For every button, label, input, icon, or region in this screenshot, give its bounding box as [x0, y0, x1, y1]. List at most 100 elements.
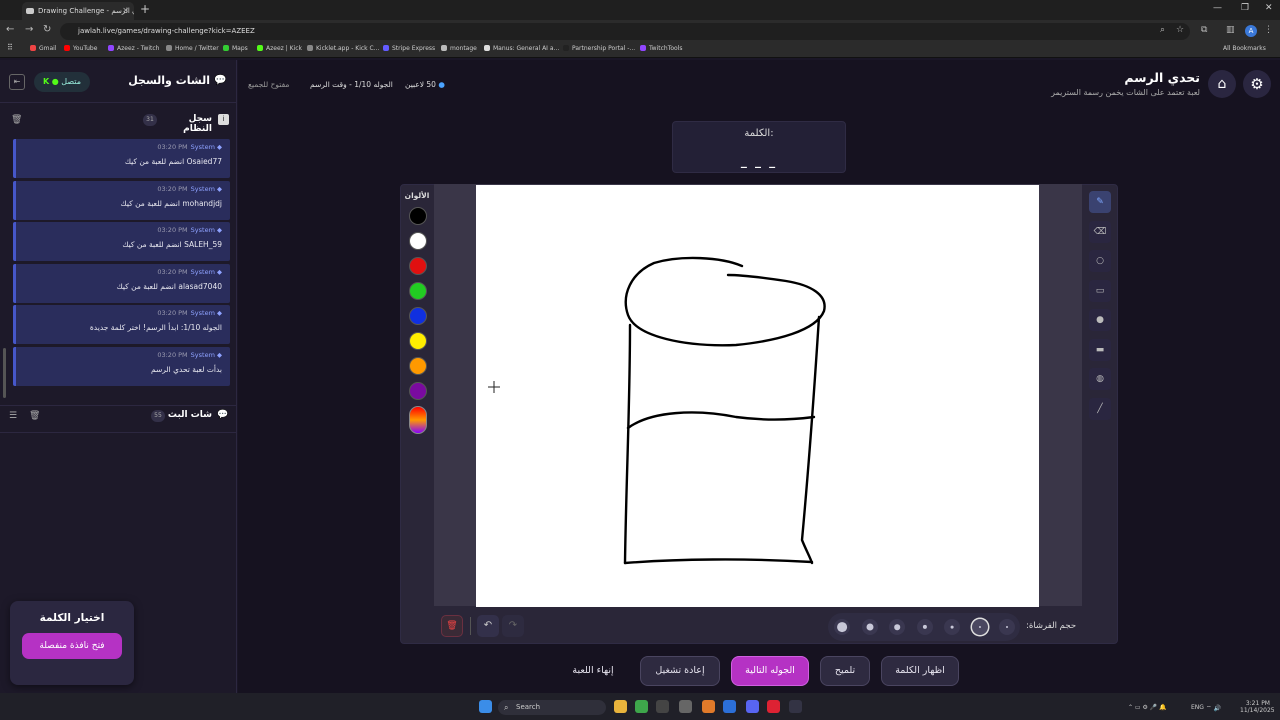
- show-word-button[interactable]: اظهار الكلمة: [881, 656, 959, 686]
- brush-size-option[interactable]: [971, 619, 988, 635]
- bookmark-montage[interactable]: montage: [441, 45, 477, 52]
- close-tab-icon[interactable]: ✕: [122, 2, 129, 20]
- close-window-icon[interactable]: ✕: [1265, 3, 1273, 13]
- custom-color-picker[interactable]: [409, 406, 427, 434]
- bookmark-manus[interactable]: Manus: General AI a...: [484, 45, 559, 52]
- game-subtitle: لعبة تعتمد على الشات يخمن رسمة الستريمر: [1051, 88, 1200, 97]
- color-swatch[interactable]: [409, 257, 427, 275]
- kick-logo-icon: K: [43, 77, 50, 86]
- terminal-icon[interactable]: [789, 700, 802, 713]
- syslog-scrollbar[interactable]: [3, 348, 6, 398]
- filled-circle-icon[interactable]: ●: [1089, 309, 1111, 331]
- settings-gear-icon[interactable]: ⚙: [1243, 70, 1271, 98]
- brush-size-option[interactable]: [889, 619, 905, 635]
- minimize-icon[interactable]: —: [1213, 3, 1222, 13]
- message-time: 03:20 PM: [157, 226, 188, 234]
- bookmark-youtube[interactable]: YouTube: [64, 45, 97, 52]
- maximize-icon[interactable]: ❐: [1241, 3, 1249, 13]
- line-icon[interactable]: ╱: [1089, 397, 1111, 420]
- circle-icon[interactable]: ○: [1089, 250, 1111, 272]
- back-icon[interactable]: ←: [6, 24, 14, 35]
- sidebar-icon[interactable]: ▥: [1226, 25, 1235, 35]
- color-swatch[interactable]: [409, 282, 427, 300]
- bookmark-twitchtools[interactable]: TwitchTools: [640, 45, 682, 52]
- color-swatch[interactable]: [409, 232, 427, 250]
- stream-chat-count-badge: 55: [151, 410, 165, 422]
- brush-size-option[interactable]: [999, 619, 1015, 635]
- bookmark-gmail[interactable]: Gmail: [30, 45, 57, 52]
- undo-icon[interactable]: ↶: [477, 615, 499, 637]
- next-round-button[interactable]: الجوله التالية: [731, 656, 809, 686]
- end-game-button[interactable]: إنهاء اللعبة: [560, 656, 626, 686]
- eraser-icon[interactable]: ⌫: [1089, 220, 1111, 243]
- all-bookmarks[interactable]: All Bookmarks: [1223, 45, 1266, 52]
- extensions-icon[interactable]: ⧉: [1201, 25, 1207, 35]
- brush-size-option[interactable]: [861, 619, 878, 635]
- bookmark-kick[interactable]: Azeez | Kick: [257, 45, 302, 52]
- menu-dots-icon[interactable]: ⋮: [1264, 25, 1273, 35]
- taskbar-clock[interactable]: 3:21 PM 11/14/2025: [1240, 700, 1275, 714]
- message-user: System: [190, 184, 215, 193]
- live-dot-icon: ●: [438, 80, 445, 89]
- redo-icon[interactable]: ↷: [502, 615, 524, 637]
- open-separate-window-button[interactable]: فتح نافذة منفصلة: [22, 633, 122, 659]
- filled-rectangle-icon[interactable]: ▬: [1089, 338, 1111, 361]
- bookmark-partnership[interactable]: Partnership Portal -...: [563, 45, 635, 52]
- brush-size-option[interactable]: [944, 619, 960, 635]
- message-text: SALEH_59 انضم للعبة من كيك: [122, 240, 222, 249]
- language-indicator[interactable]: ENG: [1191, 704, 1204, 711]
- color-swatch[interactable]: [409, 207, 427, 225]
- brush-size-option[interactable]: [834, 619, 850, 635]
- app-icon[interactable]: [679, 700, 692, 713]
- chat-bubble-icon: ◆: [217, 184, 222, 193]
- url-field[interactable]: jawlah.live/games/drawing-challenge?kick…: [60, 23, 1190, 40]
- bookmark-maps[interactable]: Maps: [223, 45, 248, 52]
- restart-button[interactable]: إعادة تشغيل: [640, 656, 720, 686]
- bookmark-twitch[interactable]: Azeez - Twitch: [108, 45, 159, 52]
- tray-icons[interactable]: ⌃ ▭ ⚙ 🎤 🔔: [1128, 704, 1167, 711]
- fill-bucket-icon[interactable]: ◍: [1089, 368, 1111, 390]
- home-icon[interactable]: ⌂: [1208, 70, 1236, 98]
- chat-bubble-icon: 💬: [217, 410, 229, 420]
- clear-syslog-icon[interactable]: 🗑: [11, 115, 22, 125]
- brush-dot: [922, 624, 927, 630]
- network-volume-icons[interactable]: ⌔ 🔊: [1206, 704, 1221, 712]
- brush-size-option[interactable]: [916, 619, 933, 635]
- taskbar-search[interactable]: ⌕ Search: [498, 700, 606, 715]
- windows-start-icon[interactable]: [479, 700, 492, 713]
- new-tab-icon[interactable]: +: [140, 2, 150, 16]
- color-swatch[interactable]: [409, 307, 427, 325]
- system-message: 03:20 PM System ◆ alasad7040 انضم للعبة من…: [13, 263, 230, 303]
- profile-avatar[interactable]: A: [1245, 25, 1257, 37]
- forward-icon[interactable]: →: [25, 24, 33, 35]
- hint-button[interactable]: تلميح: [820, 656, 870, 686]
- collapse-sidebar-icon[interactable]: ⇤: [9, 74, 25, 90]
- chrome-icon[interactable]: [635, 700, 648, 713]
- chat-list-icon[interactable]: ☰: [9, 411, 17, 421]
- word-hint: _ _ _: [740, 154, 778, 168]
- color-swatch[interactable]: [409, 332, 427, 350]
- bookmark-stripe[interactable]: Stripe Express: [383, 45, 435, 52]
- app-blue-icon[interactable]: [723, 700, 736, 713]
- pencil-icon[interactable]: ✎: [1089, 191, 1111, 213]
- drawing-canvas[interactable]: [476, 185, 1039, 607]
- bookmark-twitter[interactable]: Home / Twitter: [166, 45, 219, 52]
- bookmark-star-icon[interactable]: ☆: [1176, 25, 1184, 35]
- zoom-icon[interactable]: ⌕: [1160, 25, 1165, 35]
- app-red-icon[interactable]: [767, 700, 780, 713]
- rectangle-icon[interactable]: ▭: [1089, 279, 1111, 302]
- apps-grid-icon[interactable]: ⠿: [7, 43, 13, 52]
- vlc-icon[interactable]: [702, 700, 715, 713]
- message-time: 03:20 PM: [157, 143, 188, 151]
- reload-icon[interactable]: ↻: [43, 24, 51, 35]
- browser-tab[interactable]: Drawing Challenge - تحدي الرسم✕: [22, 2, 134, 20]
- clear-chat-icon[interactable]: 🗑: [29, 411, 40, 421]
- clear-canvas-trash-icon[interactable]: 🗑: [441, 615, 463, 637]
- color-swatch[interactable]: [409, 357, 427, 375]
- discord-icon[interactable]: [746, 700, 759, 713]
- bookmark-kicklet[interactable]: Kicklet.app - Kick C...: [307, 45, 379, 52]
- connection-status-badge: K ● متصل: [34, 72, 90, 92]
- color-swatch[interactable]: [409, 382, 427, 400]
- file-explorer-icon[interactable]: [614, 700, 627, 713]
- obs-icon[interactable]: [656, 700, 669, 713]
